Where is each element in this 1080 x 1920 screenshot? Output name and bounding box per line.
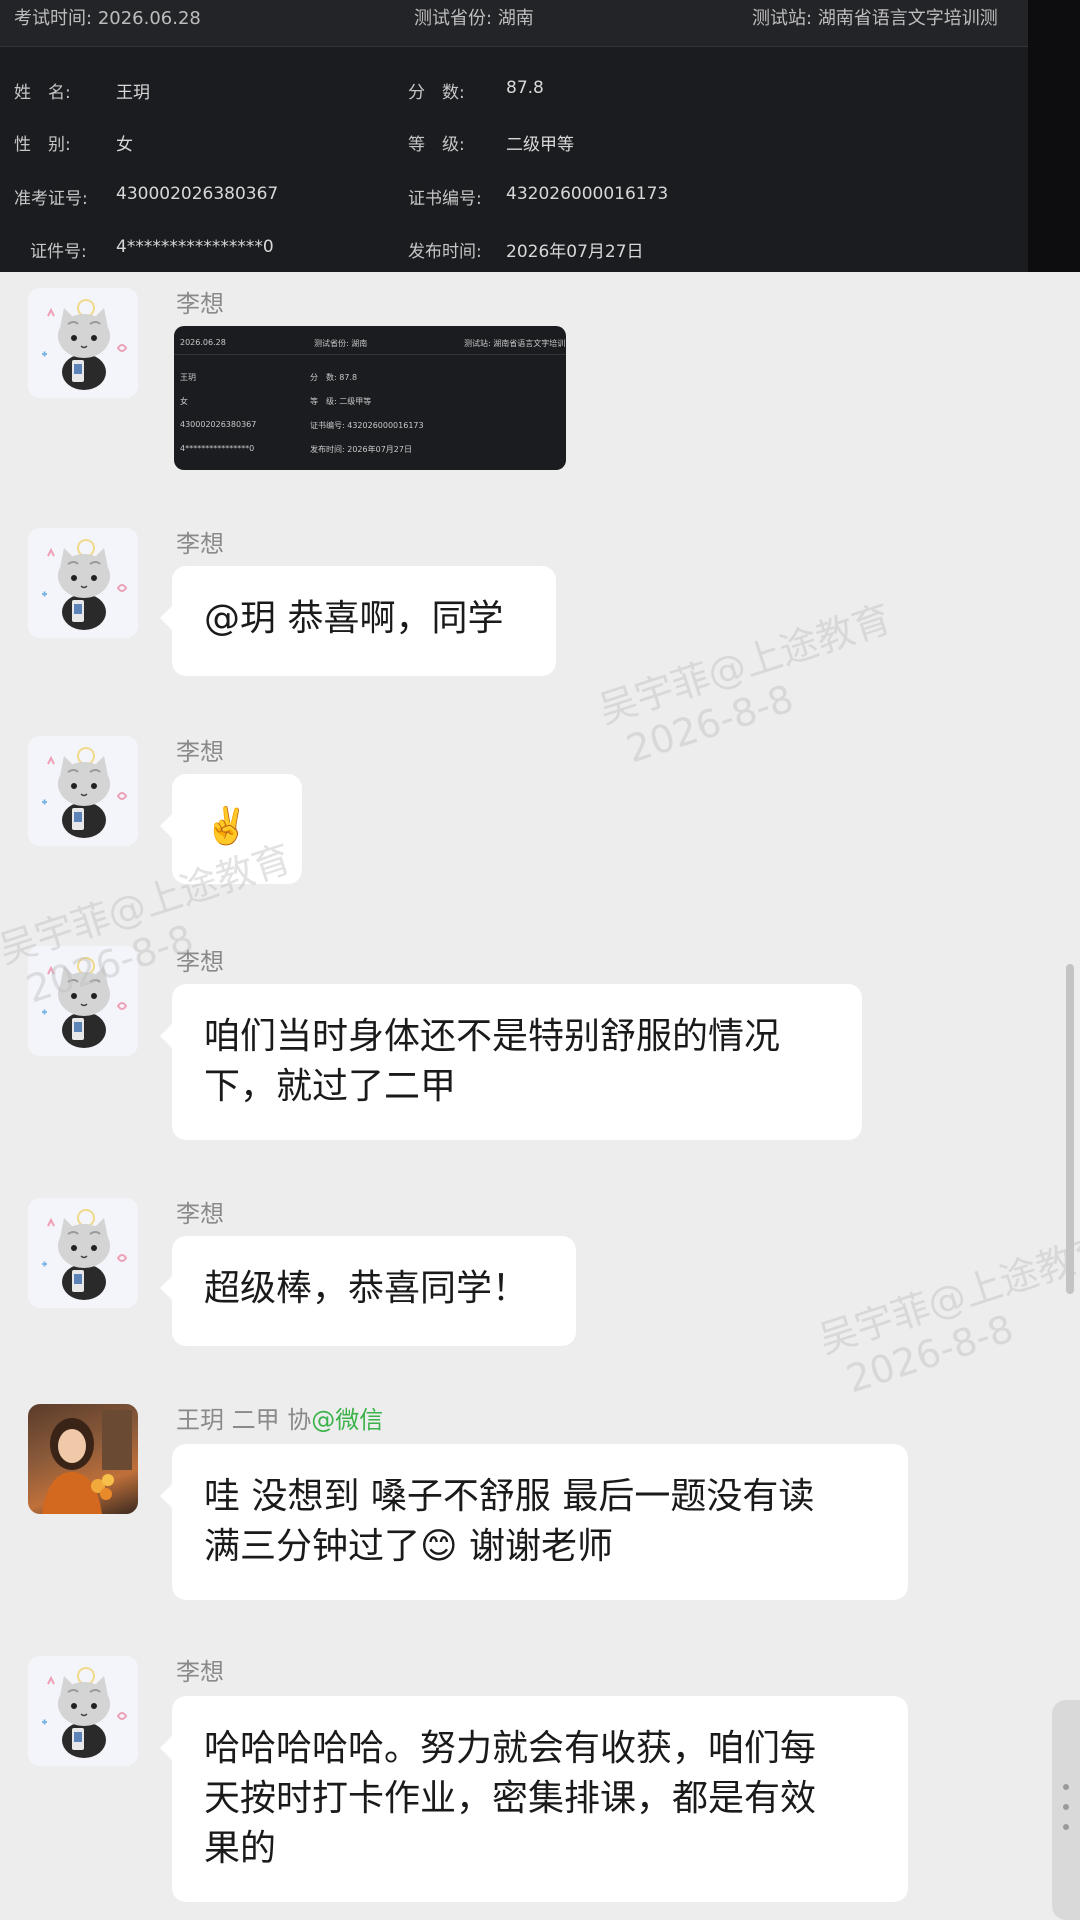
- image-thumbnail[interactable]: 2026.06.28 测试省份: 湖南 测试站: 湖南省语言文字培训 王玥 分 …: [174, 326, 566, 470]
- avatar[interactable]: [28, 288, 138, 398]
- sender-name: 李想: [176, 290, 224, 318]
- cat-avatar-icon: [28, 736, 138, 846]
- ticket-row: 准考证号: 430002026380367: [14, 184, 278, 209]
- cat-avatar-icon: [28, 1656, 138, 1766]
- message-line: 天按时打卡作业，密集排课，都是有效: [204, 1778, 817, 1819]
- message-line: 果的: [204, 1828, 277, 1869]
- name-label: 姓 名:: [14, 83, 71, 103]
- scrollbar[interactable]: [1066, 964, 1074, 1294]
- gender-row: 性 别: 女: [14, 130, 133, 155]
- level-value: 二级甲等: [506, 135, 574, 155]
- id-row: 证件号: 4****************0: [30, 237, 274, 262]
- ticket-label: 准考证号:: [14, 189, 88, 209]
- certificate-edge: [1028, 0, 1080, 272]
- score-value: 87.8: [506, 78, 544, 98]
- publish-row: 发布时间: 2026年07月27日: [408, 237, 644, 262]
- avatar[interactable]: [28, 736, 138, 846]
- sender-name: 李想: [176, 1658, 224, 1686]
- id-label: 证件号:: [30, 242, 87, 262]
- gender-value: 女: [116, 135, 133, 155]
- avatar[interactable]: [28, 1198, 138, 1308]
- thumb-gender: 女: [180, 397, 188, 406]
- thumb-station: 测试站: 湖南省语言文字培训: [464, 339, 566, 348]
- cat-avatar-icon: [28, 528, 138, 638]
- thumb-publish: 发布时间: 2026年07月27日: [310, 445, 412, 454]
- exam-time: 考试时间: 2026.06.28: [14, 8, 201, 29]
- message-bubble[interactable]: 哇 没想到 嗓子不舒服 最后一题没有读 满三分钟过了😊 谢谢老师: [160, 1444, 908, 1600]
- thumb-province: 测试省份: 湖南: [314, 339, 368, 348]
- thumb-ticket: 430002026380367: [180, 420, 257, 429]
- thumb-id: 4****************0: [180, 444, 255, 453]
- test-station: 测试站: 湖南省语言文字培训测: [752, 8, 998, 29]
- cat-avatar-icon: [28, 288, 138, 398]
- side-drawer-handle[interactable]: [1052, 1700, 1080, 1920]
- score-label: 分 数:: [408, 83, 465, 103]
- name-row: 姓 名: 王玥: [14, 78, 150, 103]
- message-bubble[interactable]: ✌️: [160, 774, 302, 884]
- message-line: 下，就过了二甲: [204, 1066, 457, 1107]
- thumb-cert-no: 证书编号: 432026000016173: [310, 421, 424, 430]
- watermark: 吴宇菲@上途教育 2026-8-8: [813, 1226, 1080, 1402]
- thumb-score: 分 数: 87.8: [310, 373, 358, 382]
- certificate-card: 考试时间: 2026.06.28 测试省份: 湖南 测试站: 湖南省语言文字培训…: [0, 0, 1028, 272]
- publish-label: 发布时间:: [408, 242, 482, 262]
- message-bubble[interactable]: 超级棒，恭喜同学！: [160, 1236, 576, 1346]
- sender-name: 王玥 二甲 协@微信: [176, 1406, 384, 1434]
- thumb-date: 2026.06.28: [180, 338, 226, 347]
- handle-dot: [1063, 1804, 1069, 1810]
- victory-hand-emoji: ✌️: [204, 806, 249, 847]
- cert-no-row: 证书编号: 432026000016173: [408, 184, 668, 209]
- avatar[interactable]: [28, 946, 138, 1056]
- message-text: 超级棒，恭喜同学！: [204, 1268, 529, 1309]
- id-value: 4****************0: [116, 237, 274, 257]
- test-province: 测试省份: 湖南: [414, 8, 534, 29]
- avatar[interactable]: [28, 528, 138, 638]
- sender-name: 李想: [176, 1200, 224, 1228]
- ticket-value: 430002026380367: [116, 184, 279, 204]
- publish-value: 2026年07月27日: [506, 242, 644, 262]
- cat-avatar-icon: [28, 1198, 138, 1308]
- handle-dot: [1063, 1824, 1069, 1830]
- avatar[interactable]: [28, 1656, 138, 1766]
- certificate-header: 考试时间: 2026.06.28 测试省份: 湖南 测试站: 湖南省语言文字培训…: [0, 0, 1028, 47]
- name-value: 王玥: [116, 83, 150, 103]
- user-photo-icon: [42, 1410, 132, 1514]
- watermark: 吴宇菲@上途教育 2026-8-8: [593, 596, 897, 772]
- level-label: 等 级:: [408, 135, 465, 155]
- gender-label: 性 别:: [14, 135, 71, 155]
- message-line: 哈哈哈哈哈。努力就会有收获，咱们每: [204, 1728, 817, 1769]
- sender-name: 李想: [176, 948, 224, 976]
- message-line: 咱们当时身体还不是特别舒服的情况: [204, 1016, 781, 1057]
- score-row: 分 数: 87.8: [408, 78, 544, 103]
- thumb-level: 等 级: 二级甲等: [310, 397, 372, 406]
- cert-no-label: 证书编号:: [408, 189, 482, 209]
- level-row: 等 级: 二级甲等: [408, 130, 574, 155]
- message-line: 满三分钟过了😊 谢谢老师: [204, 1526, 613, 1567]
- wechat-suffix: @微信: [311, 1406, 384, 1434]
- message-bubble[interactable]: @玥 恭喜啊，同学: [160, 566, 556, 676]
- sender-name: 李想: [176, 530, 224, 558]
- message-line: 哇 没想到 嗓子不舒服 最后一题没有读: [204, 1476, 815, 1517]
- message-bubble[interactable]: 咱们当时身体还不是特别舒服的情况 下，就过了二甲: [160, 984, 862, 1140]
- sender-name: 李想: [176, 738, 224, 766]
- handle-dot: [1063, 1784, 1069, 1790]
- thumb-name: 王玥: [180, 373, 196, 382]
- cat-avatar-icon: [28, 946, 138, 1056]
- avatar[interactable]: [28, 1404, 138, 1514]
- cert-no-value: 432026000016173: [506, 184, 669, 204]
- message-bubble[interactable]: 哈哈哈哈哈。努力就会有收获，咱们每 天按时打卡作业，密集排课，都是有效 果的: [160, 1696, 908, 1902]
- message-text: @玥 恭喜啊，同学: [204, 598, 504, 639]
